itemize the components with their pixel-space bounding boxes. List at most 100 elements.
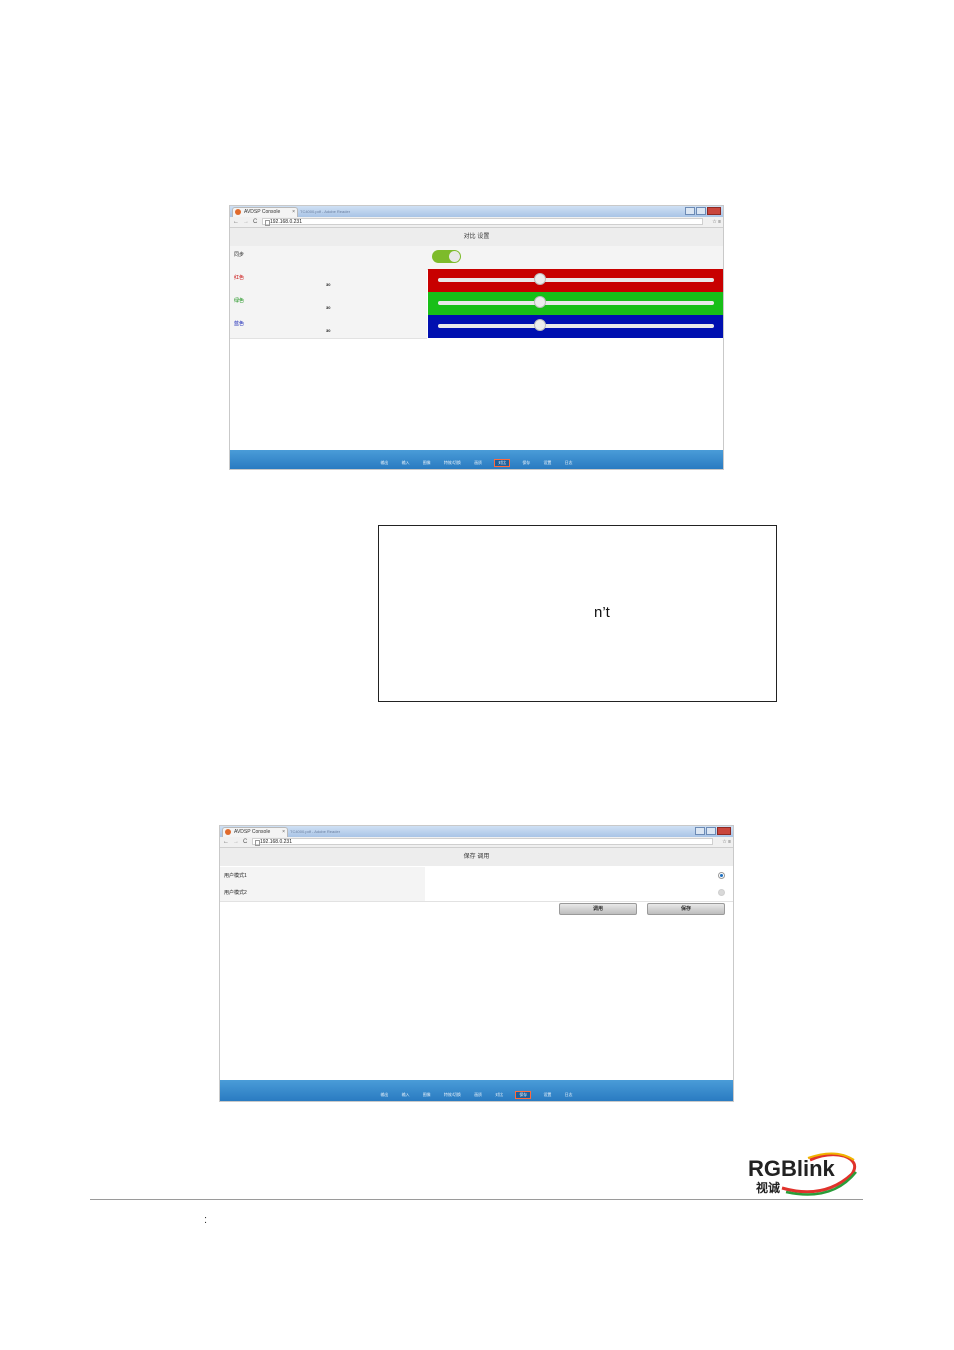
- nav-item-input[interactable]: 输入: [402, 460, 410, 466]
- url-field[interactable]: 192.168.0.231: [252, 838, 713, 846]
- browser-title-bar: AVDSP Console × TC4000.pdf - Adobe Reade…: [230, 206, 723, 217]
- recall-button[interactable]: 调用: [559, 903, 637, 915]
- nav-item-image[interactable]: 图像: [423, 1092, 431, 1098]
- forward-arrow-icon[interactable]: →: [233, 837, 239, 847]
- back-arrow-icon[interactable]: ←: [233, 217, 239, 227]
- blue-slider-track[interactable]: [438, 324, 714, 328]
- tab-title: AVDSP Console: [234, 829, 271, 835]
- nav-item-output[interactable]: 输出: [380, 460, 388, 466]
- nav-item-quality[interactable]: 画质: [474, 460, 482, 466]
- bottom-nav-bar: 输出 输入 图像 特效/切换 画质 对比 保存 设置 日志: [230, 450, 723, 469]
- minimize-icon[interactable]: [695, 827, 705, 835]
- favicon-icon: [225, 829, 231, 835]
- red-slider-track[interactable]: [438, 278, 714, 282]
- footer-rule: [90, 1199, 863, 1200]
- user-mode-2-row[interactable]: 用户模式2: [220, 884, 733, 902]
- nav-item-contrast[interactable]: 对比: [495, 1092, 503, 1098]
- sync-label: 同步: [234, 252, 245, 258]
- url-field[interactable]: 192.168.0.231: [262, 218, 703, 226]
- nav-item-contrast[interactable]: 对比: [494, 459, 511, 467]
- user-mode-2-label: 用户模式2: [224, 890, 247, 896]
- page-title: 对比 设置: [230, 228, 723, 246]
- row-label-bg: [220, 867, 425, 884]
- address-bar: ← → C 192.168.0.231 ☆ ≡: [230, 217, 723, 228]
- note-text: n’t: [594, 604, 610, 621]
- favicon-icon: [235, 209, 241, 215]
- minimize-icon[interactable]: [685, 207, 695, 215]
- nav-item-settings[interactable]: 设置: [543, 460, 551, 466]
- window-close-icon[interactable]: [707, 207, 721, 215]
- browser-title-bar: AVDSP Console × TC4000.pdf - Adobe Reade…: [220, 826, 733, 837]
- nav-item-input[interactable]: 输入: [402, 1092, 410, 1098]
- nav-item-effect[interactable]: 特效/切换: [444, 460, 461, 466]
- nav-item-save[interactable]: 保存: [515, 1091, 532, 1099]
- nav-item-settings[interactable]: 设置: [543, 1092, 551, 1098]
- url-text: 192.168.0.231: [270, 219, 302, 225]
- page-icon: [255, 840, 260, 846]
- green-slider-panel: [428, 292, 723, 315]
- nav-item-log[interactable]: 日志: [565, 1092, 573, 1098]
- user-mode-2-radio[interactable]: [718, 889, 725, 896]
- note-box: n’t: [378, 525, 777, 702]
- blue-label: 蓝色: [234, 321, 245, 327]
- sync-toggle[interactable]: [432, 250, 461, 263]
- user-mode-1-radio[interactable]: [718, 872, 725, 879]
- user-mode-1-label: 用户模式1: [224, 873, 247, 879]
- window-close-icon[interactable]: [717, 827, 731, 835]
- maximize-icon[interactable]: [696, 207, 706, 215]
- red-slider-panel: [428, 269, 723, 292]
- blue-slider-knob[interactable]: [534, 319, 547, 331]
- row-label-bg: [220, 884, 425, 901]
- logo-brand: RGBlink: [748, 1156, 836, 1181]
- blue-value: 30: [326, 328, 331, 333]
- forward-arrow-icon[interactable]: →: [243, 217, 249, 227]
- blue-slider-panel: [428, 315, 723, 338]
- blue-row: 蓝色 30: [230, 315, 427, 339]
- save-button[interactable]: 保存: [647, 903, 725, 915]
- background-tab[interactable]: TC4000.pdf - Adobe Reader: [290, 828, 364, 836]
- close-icon[interactable]: ×: [292, 208, 295, 217]
- green-slider-track[interactable]: [438, 301, 714, 305]
- background-tab[interactable]: TC4000.pdf - Adobe Reader: [300, 208, 374, 216]
- bookmark-star-icon[interactable]: ☆ ≡: [722, 837, 731, 847]
- bookmark-star-icon[interactable]: ☆ ≡: [712, 217, 721, 227]
- nav-items: 输出 输入 图像 特效/切换 画质 对比 保存 设置 日志: [220, 1091, 733, 1099]
- page-title: 保存 调用: [220, 848, 733, 866]
- reload-icon[interactable]: C: [243, 837, 247, 847]
- screenshot-save-recall: AVDSP Console × TC4000.pdf - Adobe Reade…: [219, 825, 734, 1102]
- nav-item-effect[interactable]: 特效/切换: [444, 1092, 461, 1098]
- screenshot-contrast-settings: AVDSP Console × TC4000.pdf - Adobe Reade…: [229, 205, 724, 470]
- nav-item-image[interactable]: 图像: [423, 460, 431, 466]
- logo-sub: 视诚: [756, 1180, 780, 1195]
- red-slider-knob[interactable]: [534, 273, 547, 285]
- address-bar: ← → C 192.168.0.231 ☆ ≡: [220, 837, 733, 848]
- nav-item-quality[interactable]: 画质: [474, 1092, 482, 1098]
- green-label: 绿色: [234, 298, 245, 304]
- rgblink-logo: RGBlink 视诚: [748, 1152, 857, 1196]
- bottom-nav-bar: 输出 输入 图像 特效/切换 画质 对比 保存 设置 日志: [220, 1080, 733, 1101]
- green-row: 绿色 30: [230, 292, 427, 316]
- close-icon[interactable]: ×: [282, 828, 285, 837]
- green-slider-knob[interactable]: [534, 296, 547, 308]
- green-value: 30: [326, 305, 331, 310]
- back-arrow-icon[interactable]: ←: [223, 837, 229, 847]
- user-mode-1-row[interactable]: 用户模式1: [220, 867, 733, 885]
- red-value: 30: [326, 282, 331, 287]
- toggle-thumb: [449, 251, 460, 262]
- url-text: 192.168.0.231: [260, 839, 292, 845]
- nav-item-log[interactable]: 日志: [565, 460, 573, 466]
- tab-title: AVDSP Console: [244, 209, 281, 215]
- red-row: 红色 30: [230, 269, 427, 293]
- maximize-icon[interactable]: [706, 827, 716, 835]
- window-controls: [685, 207, 721, 215]
- nav-item-save[interactable]: 保存: [522, 460, 530, 466]
- browser-tab[interactable]: AVDSP Console ×: [222, 827, 288, 837]
- reload-icon[interactable]: C: [253, 217, 257, 227]
- sync-row: 同步: [230, 246, 723, 270]
- red-label: 红色: [234, 275, 245, 281]
- footer-mark: :: [204, 1214, 208, 1226]
- nav-item-output[interactable]: 输出: [380, 1092, 388, 1098]
- page-icon: [265, 220, 270, 226]
- browser-tab[interactable]: AVDSP Console ×: [232, 207, 298, 217]
- window-controls: [695, 827, 731, 835]
